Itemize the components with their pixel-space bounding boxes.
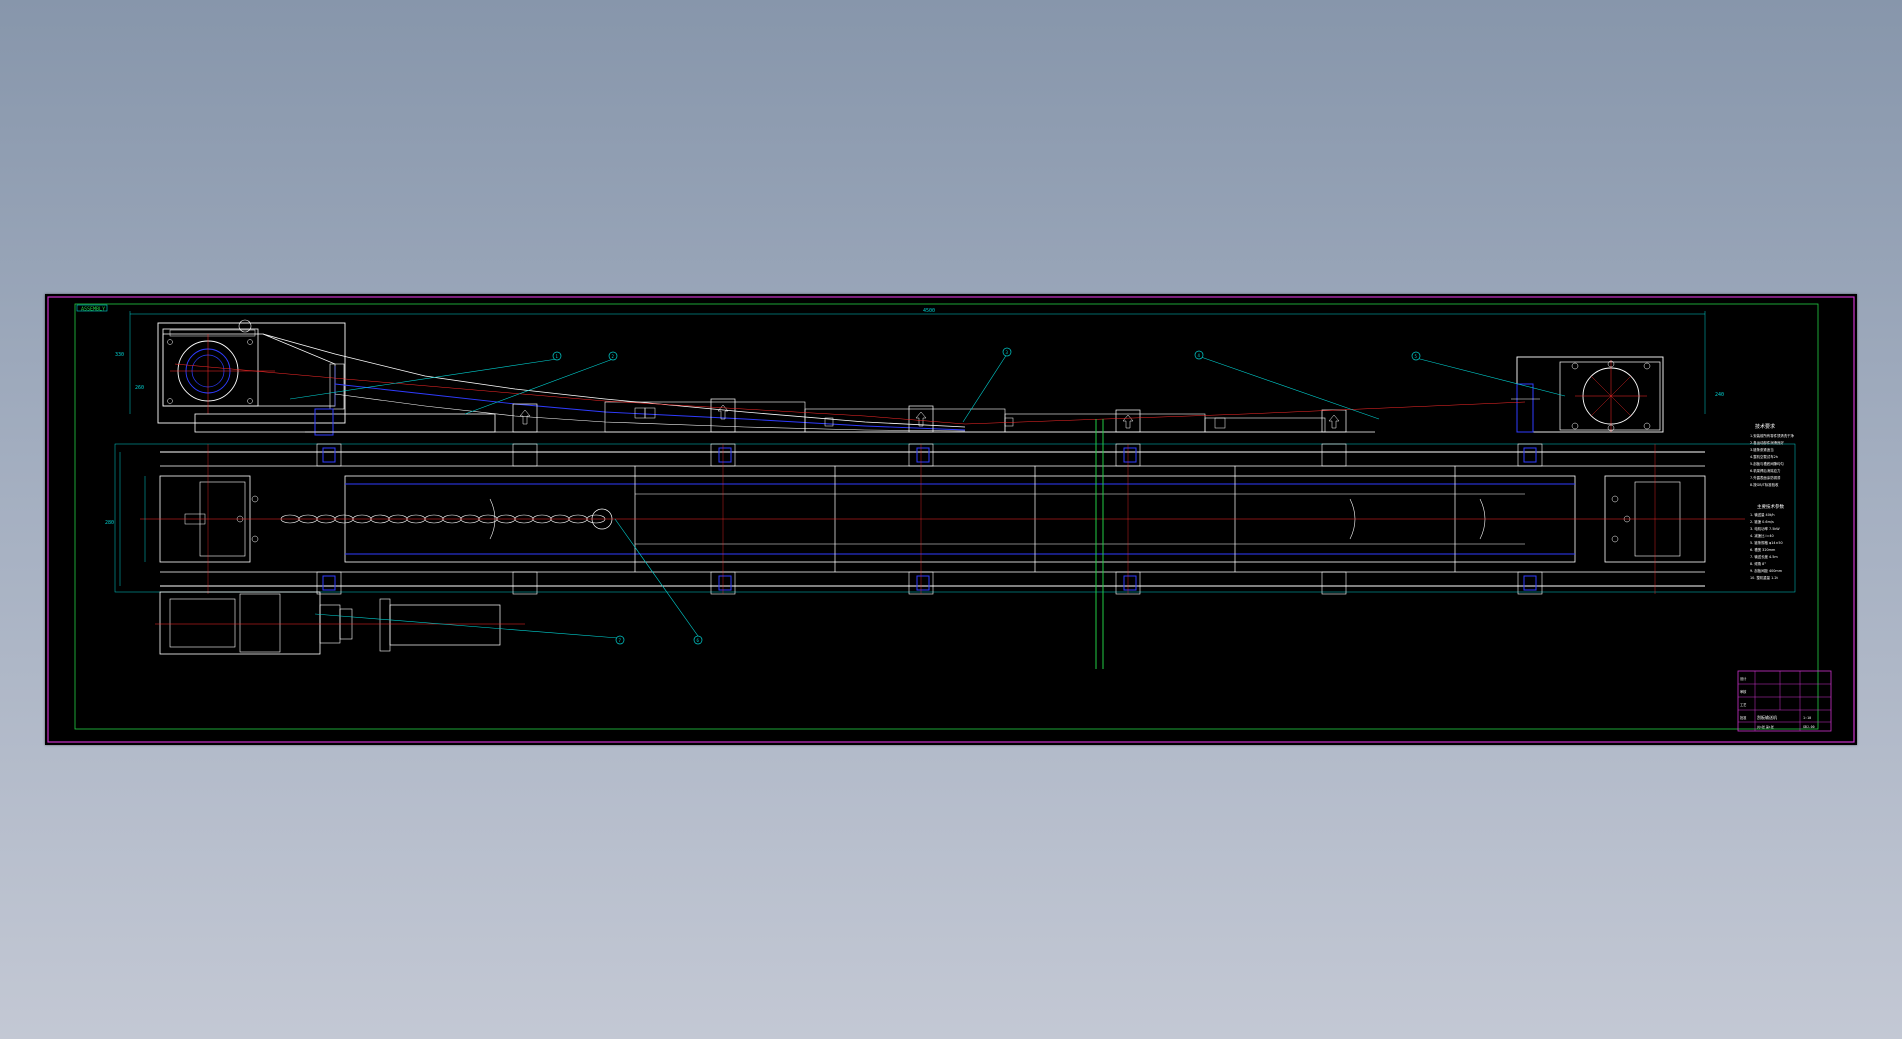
param-1: 1. 输送量 40t/h: [1750, 512, 1775, 517]
title-row-3: 工艺: [1740, 702, 1746, 707]
side-dimension-2: 260: [135, 385, 144, 391]
notes-line-6: 6.机架焊后消除应力: [1750, 468, 1781, 473]
param-4: 4. 减速比 i=40: [1750, 533, 1774, 538]
title-row-1: 设计: [1740, 676, 1747, 681]
title-block: 设计 审核 工艺 批准 刮板输送机 1:10 共1张 第1张 GBJ-00: [1737, 670, 1832, 732]
param-5: 5. 链条规格 φ14×50: [1750, 540, 1783, 545]
side-dimension-3: 280: [105, 520, 114, 526]
plan-view: [114, 443, 1796, 595]
drawing-number: GBJ-00: [1803, 725, 1815, 729]
param-6: 6. 槽宽 320mm: [1750, 547, 1776, 552]
drawing-scale: 1:10: [1803, 716, 1811, 720]
params-heading: 主要技术参数: [1757, 503, 1784, 510]
notes-line-2: 2.各运动部件润滑良好: [1750, 440, 1784, 445]
notes-heading: 技术要求: [1755, 423, 1775, 430]
param-10: 10. 整机重量 1.2t: [1750, 575, 1779, 580]
param-2: 2. 链速 0.6m/s: [1750, 519, 1774, 524]
sheet-count: 共1张 第1张: [1757, 724, 1774, 729]
leader-lines: [289, 353, 1566, 639]
notes-line-8: 8.按GB/T标准验收: [1750, 482, 1779, 487]
part-balloons: 1 2 3 4 5 6 7: [552, 347, 1421, 645]
notes-line-3: 3.链条张紧适当: [1750, 447, 1774, 452]
param-9: 9. 刮板间距 400mm: [1750, 568, 1783, 573]
param-7: 7. 输送长度 4.5m: [1750, 554, 1778, 559]
side-dimension-1: 330: [115, 352, 124, 358]
drive-motor: [155, 591, 525, 655]
title-row-2: 审核: [1740, 689, 1747, 694]
technical-parameters: 主要技术参数 1. 输送量 40t/h 2. 链速 0.6m/s 3. 电机功率…: [1750, 503, 1784, 580]
title-row-4: 批准: [1740, 715, 1747, 720]
overall-dimension-value: 4500: [923, 308, 935, 314]
notes-line-4: 4.整机空载试车2h: [1750, 454, 1778, 459]
notes-line-1: 1.安装前所有零件须清洗干净: [1750, 433, 1795, 438]
drawing-tag: ASSEMBLY: [81, 307, 105, 313]
conveyor-assembly-drawing: ASSEMBLY 4500 330 260 280 240 1 2 3 4 5 …: [47, 296, 1855, 743]
cad-drawing-sheet[interactable]: ASSEMBLY 4500 330 260 280 240 1 2 3 4 5 …: [45, 294, 1857, 745]
notes-line-7: 7.外露表面涂防锈漆: [1750, 475, 1781, 480]
elevation-view: [157, 319, 1664, 436]
outer-border: [47, 296, 1855, 743]
param-3: 3. 电机功率 7.5kW: [1750, 526, 1780, 531]
param-8: 8. 倾角 8°: [1750, 561, 1766, 566]
plan-dimensions: 330 260 280 240: [105, 352, 1724, 586]
technical-notes: 技术要求 1.安装前所有零件须清洗干净 2.各运动部件润滑良好 3.链条张紧适当…: [1750, 423, 1795, 487]
notes-line-5: 5.刮板与槽底间隙均匀: [1750, 461, 1784, 466]
drawing-title: 刮板输送机: [1757, 714, 1777, 720]
side-dimension-4: 240: [1715, 392, 1724, 398]
